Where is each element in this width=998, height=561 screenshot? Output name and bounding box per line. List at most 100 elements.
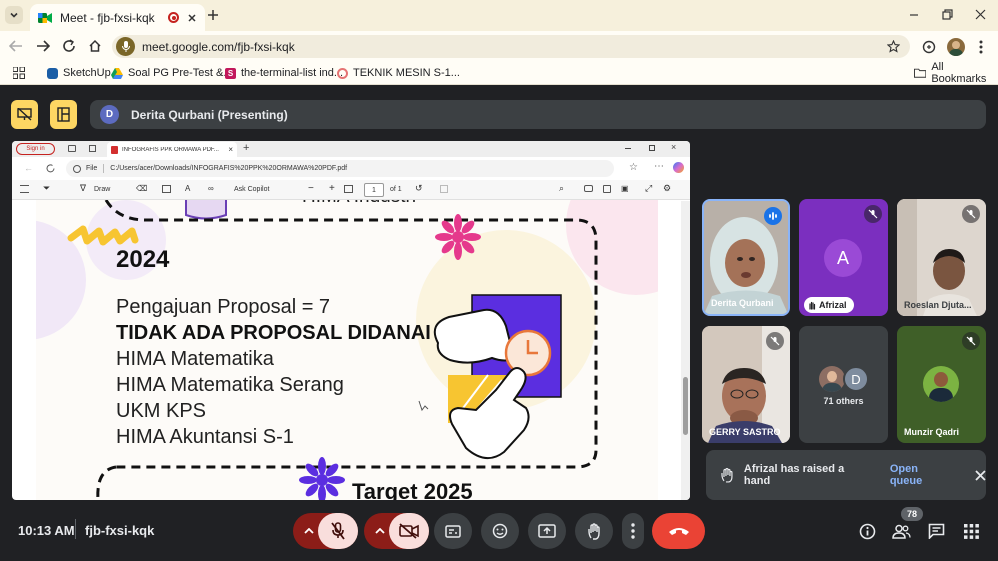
presentation-stop-button[interactable] [11,100,38,129]
participant-tile-afrizal[interactable]: A Afrizal [799,199,888,316]
pdf-scroll-thumb[interactable] [683,377,688,435]
dismiss-notification-icon[interactable] [975,469,986,481]
edge-tab-pdf[interactable]: INFOGRAFIS PPK ORMAWA PDF... × [107,142,237,157]
presenter-avatar: D [100,105,119,124]
others-avatar-initial: D [843,366,869,392]
slide-line-1: Pengajuan Proposal = 7 [116,296,331,318]
contents-icon[interactable] [20,185,29,193]
edge-signin-button[interactable]: Sign in [16,143,55,155]
edge-address-bar[interactable]: File C:/Users/acer/Downloads/INFOGRAFIS%… [66,160,614,177]
page-count: of 1 [390,186,402,193]
minimize-icon[interactable] [909,10,919,20]
browser-menu-icon[interactable] [979,40,983,54]
rotate-icon[interactable]: ↺ [415,183,423,194]
home-icon[interactable] [88,39,102,53]
more-options-button[interactable] [622,513,644,549]
presentation-off-icon [17,108,32,121]
mic-toggle-button[interactable] [318,513,358,549]
reload-icon[interactable] [62,39,76,53]
bookmark-teknik-mesin[interactable]: TEKNIK MESIN S-1... [337,62,460,84]
tab-actions-icon[interactable] [89,145,96,152]
speaking-indicator-icon [764,207,782,225]
immersive-reader-icon[interactable]: ∞ [208,184,214,193]
bookmark-terminal-list[interactable]: Sthe-terminal-list ind... [225,62,343,84]
edge-close-icon[interactable]: × [671,142,676,152]
open-queue-link[interactable]: Open queue [890,463,953,487]
fullscreen-icon[interactable]: ⤢ [645,183,652,194]
all-bookmarks[interactable]: All Bookmarks [914,61,998,85]
page-view-icon[interactable] [162,185,171,193]
draw-icon[interactable]: ∇ [80,183,86,194]
apps-grid-icon[interactable] [13,67,25,79]
edge-more-icon[interactable]: ⋯ [654,161,664,172]
close-pdf-tab-icon[interactable]: × [228,145,233,154]
browser-tab-meet[interactable]: Meet - fjb-fxsi-kqk [30,4,205,31]
divider [75,519,76,539]
captions-icon [445,524,461,538]
save-icon[interactable] [603,185,611,193]
pdf-search-icon[interactable]: ⌕ [559,183,564,194]
back-icon[interactable] [9,40,23,52]
bookmark-soal-pg[interactable]: Soal PG Pre-Test &... [111,62,233,84]
leave-call-button[interactable] [652,513,705,549]
edge-minimize-icon[interactable] [625,148,631,149]
participant-tile-munzir[interactable]: Munzir Qadri [897,326,986,443]
copilot-icon[interactable] [673,162,684,173]
edge-reload-icon[interactable] [46,164,55,173]
bookmark-sketchup[interactable]: SketchUp [47,62,111,84]
window-close-icon[interactable] [975,9,986,20]
participant-tile-gerry[interactable]: GERRY SASTRO [702,326,790,443]
extensions-icon[interactable] [922,40,936,54]
layout-button[interactable] [50,100,77,129]
raise-hand-button[interactable] [575,513,613,549]
print-icon[interactable] [584,185,593,192]
participant-tile-roeslan[interactable]: Roeslan Djuta... [897,199,986,316]
forward-icon[interactable] [36,40,50,52]
captions-button[interactable] [434,513,472,549]
close-tab-icon[interactable] [187,13,197,23]
edge-new-tab-icon[interactable]: + [243,142,249,154]
save-as-icon[interactable]: ▣ [621,184,629,193]
fit-page-icon[interactable] [344,185,353,193]
site-info-icon[interactable] [116,37,135,56]
draw-button[interactable]: Draw [94,186,110,193]
sketchup-icon [47,67,58,79]
zoom-out-icon[interactable]: − [308,183,314,194]
pdf-settings-icon[interactable]: ⚙ [663,183,671,194]
workspaces-icon[interactable] [68,145,76,152]
reactions-button[interactable] [481,513,519,549]
activities-button[interactable] [960,520,982,542]
erase-icon[interactable]: ⌫ [136,184,147,193]
pdf-scrollbar[interactable] [681,201,690,500]
bookmark-star-icon[interactable] [887,40,900,53]
edge-favorites-icon[interactable]: ☆ [629,162,638,173]
read-aloud-icon[interactable]: A [185,184,190,193]
edge-restore-icon[interactable] [649,145,655,151]
camera-options-button[interactable] [370,521,390,541]
notification-text: Afrizal has raised a hand [743,463,845,487]
chat-button[interactable] [925,520,947,542]
profile-avatar[interactable] [947,38,965,56]
mic-off-icon [331,522,345,540]
edge-back-icon[interactable]: ← [24,163,33,173]
new-tab-icon[interactable] [207,9,219,21]
address-bar[interactable]: meet.google.com/fjb-fxsi-kqk [112,35,910,58]
mic-off-icon [864,205,882,223]
zoom-in-icon[interactable]: + [329,183,335,194]
participant-tile-derita[interactable]: Derita Qurbani [702,199,790,316]
info-icon [859,523,875,539]
page-number-input[interactable]: 1 [364,183,384,197]
tab-search-button[interactable] [5,6,23,24]
mic-options-button[interactable] [299,521,319,541]
people-button[interactable] [890,520,912,542]
ask-copilot-button[interactable]: Ask Copilot [234,186,269,193]
restore-icon[interactable] [942,9,953,20]
camera-toggle-button[interactable] [389,513,429,549]
meeting-details-button[interactable] [856,520,878,542]
participant-tile-others[interactable]: D 71 others [799,326,888,443]
present-screen-button[interactable] [528,513,566,549]
two-page-icon[interactable] [440,185,448,193]
presenter-label: Derita Qurbani (Presenting) [131,107,288,122]
highlight-icon[interactable]: ⏷ [43,183,50,194]
layout-icon [57,107,70,122]
